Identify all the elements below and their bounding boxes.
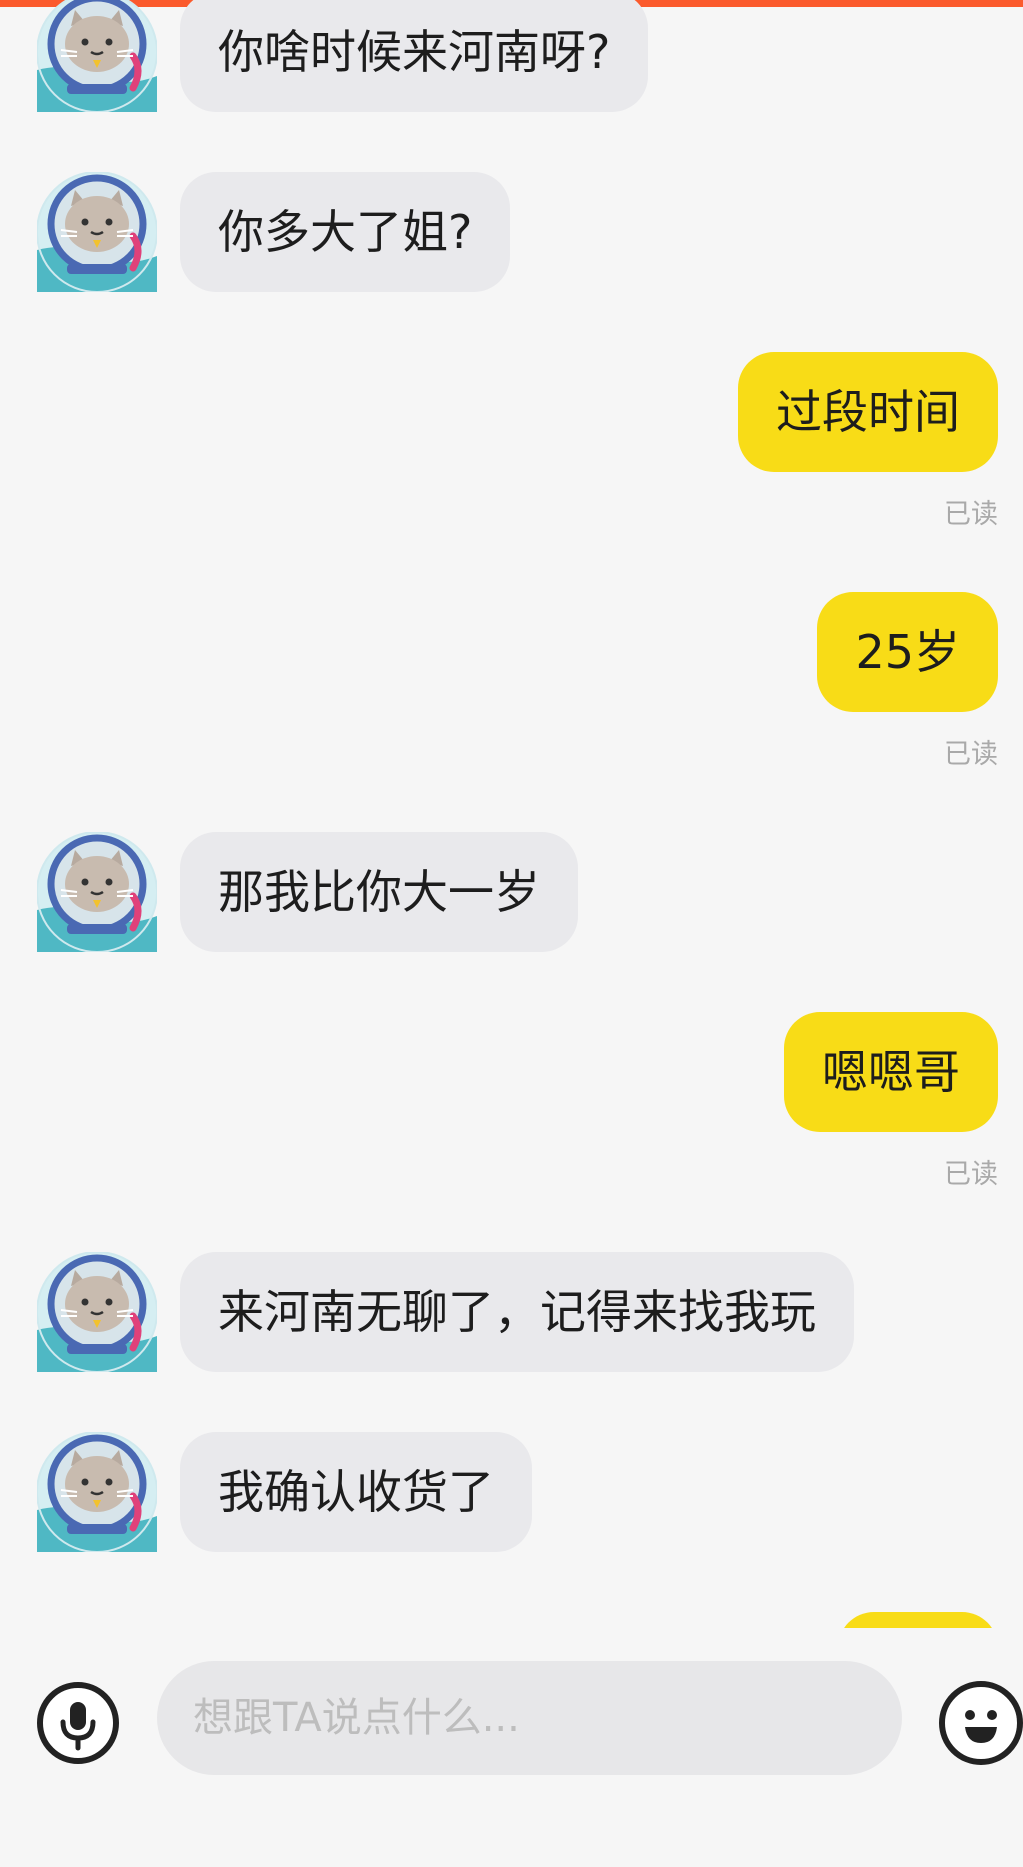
cat-avatar-icon[interactable] <box>37 832 157 952</box>
microphone-icon <box>60 1702 96 1751</box>
cat-avatar-icon[interactable] <box>37 1432 157 1552</box>
read-receipt: 已读 <box>944 1159 998 1190</box>
emoji-button[interactable] <box>939 1681 1023 1765</box>
received-message-bubble[interactable]: 那我比你大一岁 <box>180 832 578 952</box>
received-message-bubble[interactable]: 来河南无聊了，记得来找我玩 <box>180 1252 854 1372</box>
sent-message-bubble[interactable]: 过段时间 <box>738 352 998 472</box>
sent-message-bubble[interactable]: 25岁 <box>817 592 998 712</box>
message-input[interactable]: 想跟TA说点什么... <box>157 1661 902 1775</box>
received-message-bubble[interactable]: 我确认收货了 <box>180 1432 532 1552</box>
cat-avatar-icon[interactable] <box>37 172 157 292</box>
message-list[interactable]: 你啥时候来河南呀? 你多大了姐? 过段时间 已读 25岁 已读 那我比你大一岁 … <box>0 0 1023 1628</box>
received-message-bubble[interactable]: 你多大了姐? <box>180 172 511 292</box>
read-receipt: 已读 <box>944 739 998 770</box>
smiley-face-icon <box>965 1710 997 1743</box>
cat-avatar-icon[interactable] <box>37 1252 157 1372</box>
sent-message-bubble[interactable]: 嗯嗯哥 <box>784 1012 998 1132</box>
read-receipt: 已读 <box>944 499 998 530</box>
received-message-bubble[interactable]: 你啥时候来河南呀? <box>180 0 649 112</box>
message-composer: 想跟TA说点什么... <box>0 1628 1023 1867</box>
sent-message-bubble-partial[interactable] <box>838 1612 998 1628</box>
voice-input-button[interactable] <box>37 1682 119 1764</box>
cat-avatar-icon[interactable] <box>37 0 157 112</box>
